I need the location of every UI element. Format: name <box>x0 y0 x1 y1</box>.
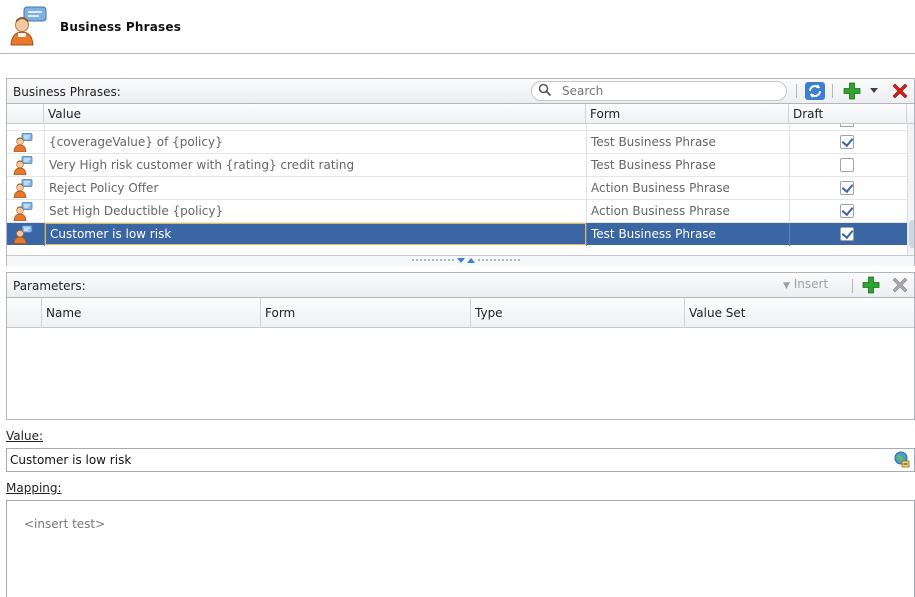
toolbar-separator <box>852 279 853 293</box>
cell-form[interactable]: Test Business Phrase <box>587 154 789 176</box>
toolbar-separator <box>796 84 797 98</box>
table-row[interactable]: Reject Policy Offer Action Business Phras… <box>7 176 907 200</box>
draft-checkbox[interactable] <box>840 158 854 172</box>
column-header-value[interactable]: Value <box>44 104 586 124</box>
insert-button[interactable]: ▼ Insert <box>783 277 828 291</box>
add-parameter-icon[interactable] <box>862 276 880 294</box>
mapping-placeholder[interactable]: <insert test> <box>24 517 105 531</box>
value-field[interactable] <box>6 448 915 472</box>
draft-checkbox[interactable] <box>840 227 854 241</box>
chevron-down-icon[interactable] <box>870 88 878 94</box>
mapping-label: Mapping: <box>6 481 62 495</box>
parameters-label: Parameters: <box>13 279 86 293</box>
globe-edit-icon[interactable] <box>894 451 910 468</box>
cell-value[interactable]: Very High risk customer with {rating} cr… <box>45 154 586 176</box>
vertical-scrollbar[interactable] <box>907 124 914 255</box>
table-header: Value Form Draft <box>7 104 914 124</box>
business-phrases-label: Business Phrases: <box>13 85 121 99</box>
refresh-icon[interactable] <box>804 81 826 101</box>
page-title: Business Phrases <box>60 20 182 34</box>
table-row[interactable]: {coverageValue} of {policy} Test Business… <box>7 130 907 154</box>
splitter-grip-icon[interactable] <box>412 258 520 263</box>
mapping-label-text: Mapping: <box>6 481 62 495</box>
column-header-draft[interactable]: Draft <box>789 104 907 124</box>
column-divider <box>789 200 790 223</box>
business-phrase-icon <box>13 133 33 152</box>
business-phrase-icon <box>13 202 33 221</box>
draft-checkbox[interactable] <box>840 181 854 195</box>
toolbar-separator <box>832 84 833 98</box>
mapping-editor[interactable] <box>6 500 915 597</box>
value-field-text[interactable]: Customer is low risk <box>10 453 131 467</box>
table-row[interactable]: Customer is low risk Test Business Phrase <box>7 222 907 246</box>
row-number-column-header <box>7 298 42 328</box>
delete-parameter-icon[interactable] <box>890 275 910 295</box>
cell-value[interactable]: Customer is low risk <box>45 223 586 245</box>
value-label: Value: <box>6 429 43 443</box>
parameters-table: Name Form Type Value Set <box>6 298 915 420</box>
add-icon[interactable] <box>843 82 861 100</box>
scrollbar-thumb[interactable] <box>909 220 914 248</box>
business-phrases-table: Value Form Draft {coverageValue} of {pol… <box>6 104 915 255</box>
draft-checkbox[interactable] <box>840 204 854 218</box>
business-phrase-icon <box>13 225 33 244</box>
icon-column-header <box>7 104 44 124</box>
column-header-form[interactable]: Form <box>586 104 789 124</box>
column-header-name[interactable]: Name <box>42 298 261 328</box>
cell-form[interactable]: Action Business Phrase <box>587 200 789 222</box>
business-phrase-icon <box>13 156 33 175</box>
table-header: Name Form Type Value Set <box>7 298 914 328</box>
search-input[interactable] <box>562 82 777 100</box>
cell-value[interactable]: {coverageValue} of {policy} <box>45 131 586 153</box>
column-header-value-set[interactable]: Value Set <box>685 298 914 328</box>
insert-label: Insert <box>793 277 829 291</box>
cell-form[interactable]: Test Business Phrase <box>587 223 789 245</box>
value-label-text: Value: <box>6 429 43 443</box>
cell-value[interactable]: Reject Policy Offer <box>45 177 586 199</box>
cell-form[interactable]: Test Business Phrase <box>587 131 789 153</box>
column-header-form[interactable]: Form <box>261 298 471 328</box>
panel-splitter[interactable] <box>6 255 915 266</box>
business-phrase-person-icon <box>10 6 47 46</box>
delete-icon[interactable] <box>890 81 910 101</box>
draft-checkbox[interactable] <box>840 135 854 149</box>
cell-form[interactable]: Action Business Phrase <box>587 177 789 199</box>
cell-value[interactable]: Set High Deductible {policy} <box>45 200 586 222</box>
column-header-type[interactable]: Type <box>471 298 685 328</box>
table-row[interactable]: Very High risk customer with {rating} cr… <box>7 153 907 177</box>
search-icon <box>538 83 552 97</box>
table-row[interactable]: Set High Deductible {policy} Action Busin… <box>7 199 907 223</box>
parameters-toolbar <box>6 272 915 298</box>
triangle-down-icon: ▼ <box>783 281 790 291</box>
column-divider <box>789 154 790 177</box>
column-divider <box>789 177 790 200</box>
column-divider <box>789 131 790 154</box>
business-phrase-icon <box>13 179 33 198</box>
column-divider <box>789 223 790 246</box>
